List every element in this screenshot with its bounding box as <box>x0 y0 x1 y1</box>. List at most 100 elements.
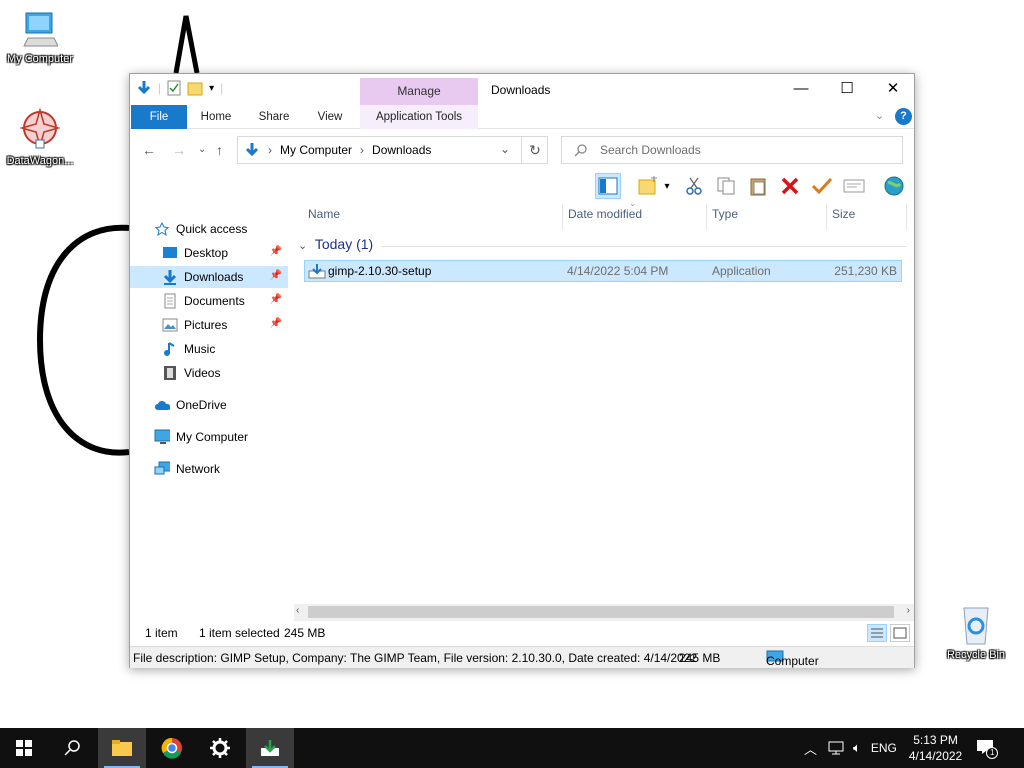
search-button[interactable] <box>48 728 96 768</box>
properties-button[interactable] <box>841 173 867 199</box>
minimize-button[interactable]: — <box>778 74 824 104</box>
table-row[interactable]: gimp-2.10.30-setup 4/14/2022 5:04 PM App… <box>304 260 902 282</box>
up-arrow-icon[interactable]: ↑ <box>216 142 223 158</box>
system-tray: ︿ 🔈︎ ENG 5:13 PM 4/14/2022 1 <box>804 728 999 768</box>
download-arrow-icon <box>245 143 259 157</box>
sidebar-item-desktop[interactable]: Desktop 📌 <box>130 242 288 264</box>
sidebar-item-music[interactable]: Music <box>130 338 288 360</box>
sidebar-item-onedrive[interactable]: OneDrive <box>130 394 288 416</box>
pin-icon[interactable]: 📌 <box>270 318 282 329</box>
scroll-right-icon[interactable]: › <box>907 605 910 616</box>
desktop-icon-recycle-bin[interactable]: Recycle Bin <box>936 602 1016 661</box>
group-header-today[interactable]: ⌄ Today (1) <box>298 236 373 252</box>
copy-button[interactable] <box>713 173 739 199</box>
sidebar-item-my-computer[interactable]: My Computer <box>130 426 288 448</box>
taskbar-installer[interactable] <box>246 728 294 768</box>
details-view-button[interactable] <box>867 624 887 642</box>
copy-icon <box>717 177 735 195</box>
cut-button[interactable] <box>681 173 707 199</box>
scrollbar-thumb[interactable] <box>308 606 894 618</box>
properties-icon <box>843 179 865 193</box>
rename-button[interactable] <box>809 173 835 199</box>
folder-icon <box>112 740 132 756</box>
taskbar-file-explorer[interactable] <box>98 728 146 768</box>
language-indicator[interactable]: ENG <box>871 741 897 755</box>
help-icon[interactable]: ? <box>895 108 912 125</box>
tab-view[interactable]: View <box>306 105 354 129</box>
quick-access-toolbar: | ▾ | <box>136 80 223 96</box>
column-divider[interactable] <box>562 204 563 230</box>
desktop-icon-label: Recycle Bin <box>946 649 1006 661</box>
large-icons-view-button[interactable] <box>890 624 910 642</box>
search-input[interactable]: Search Downloads <box>561 136 903 164</box>
tab-application-tools[interactable]: Application Tools <box>360 105 478 129</box>
datawagon-icon <box>19 107 61 149</box>
desktop-icon-datawagon[interactable]: DataWagon... <box>0 106 80 167</box>
gear-icon <box>210 738 230 758</box>
sidebar-item-downloads[interactable]: Downloads 📌 <box>130 266 288 288</box>
show-hidden-icons-icon[interactable]: ︿ <box>804 739 817 758</box>
taskbar-settings[interactable] <box>196 728 244 768</box>
desktop-folder-icon <box>162 245 178 261</box>
chrome-icon <box>161 737 182 759</box>
sidebar-item-documents[interactable]: Documents 📌 <box>130 290 288 312</box>
title-bar[interactable]: | ▾ | Manage Downloads — ☐ ✕ <box>130 74 916 105</box>
volume-icon[interactable]: 🔈︎ <box>853 740 861 756</box>
address-bar[interactable]: › My Computer › Downloads ⌄ <box>237 136 548 164</box>
sidebar-item-label: Music <box>184 342 216 356</box>
recent-locations-icon[interactable]: ⌄ <box>198 144 206 155</box>
internet-button[interactable] <box>881 173 907 199</box>
pin-icon[interactable]: 📌 <box>270 294 282 305</box>
forward-arrow-icon[interactable]: → <box>172 142 186 158</box>
horizontal-scrollbar[interactable]: ‹ › <box>294 604 914 621</box>
tab-home[interactable]: Home <box>190 105 242 129</box>
notifications-icon[interactable]: 1 <box>976 739 999 759</box>
item-count: 1 item <box>145 626 178 640</box>
breadcrumb-downloads[interactable]: Downloads <box>372 143 431 157</box>
sidebar-item-quick-access[interactable]: Quick access <box>130 218 288 240</box>
new-folder-icon[interactable] <box>187 80 203 96</box>
column-divider[interactable] <box>826 204 827 230</box>
expand-ribbon-icon[interactable]: ⌄ <box>875 109 884 122</box>
new-item-button[interactable] <box>635 173 661 199</box>
close-button[interactable]: ✕ <box>870 74 916 104</box>
preview-pane-button[interactable] <box>595 173 621 199</box>
paste-button[interactable] <box>745 173 771 199</box>
qat-dropdown-icon[interactable]: ▾ <box>209 83 214 94</box>
column-divider[interactable] <box>706 204 707 230</box>
file-list: Name ⌄ Date modified Type Size ⌄ Today (… <box>294 198 914 604</box>
pin-icon[interactable]: 📌 <box>270 270 282 281</box>
scroll-left-icon[interactable]: ‹ <box>296 605 299 616</box>
group-divider <box>382 246 906 247</box>
chevron-down-icon[interactable]: ⌄ <box>500 142 510 156</box>
column-divider[interactable] <box>906 204 907 230</box>
breadcrumb-my-computer[interactable]: My Computer <box>280 143 352 157</box>
desktop-icon-my-computer[interactable]: My Computer <box>0 10 80 65</box>
search-icon <box>64 740 80 756</box>
start-button[interactable] <box>0 728 48 768</box>
sidebar-item-pictures[interactable]: Pictures 📌 <box>130 314 288 336</box>
taskbar-chrome[interactable] <box>148 728 196 768</box>
clock[interactable]: 5:13 PM 4/14/2022 <box>909 732 962 764</box>
sidebar-item-network[interactable]: Network <box>130 458 288 480</box>
back-arrow-icon[interactable]: ← <box>142 142 156 158</box>
file-description: File description: GIMP Setup, Company: T… <box>133 651 698 665</box>
manage-contextual-tab[interactable]: Manage <box>360 78 478 105</box>
chevron-down-icon[interactable]: ▾ <box>660 173 674 199</box>
download-arrow-icon[interactable] <box>136 80 152 96</box>
sidebar-item-videos[interactable]: Videos <box>130 362 288 384</box>
command-toolbar: ▾ <box>130 170 914 202</box>
column-header-size[interactable]: Size <box>832 207 855 221</box>
properties-icon[interactable] <box>167 80 181 96</box>
pictures-icon <box>162 317 178 333</box>
tab-file[interactable]: File <box>131 105 187 129</box>
column-header-name[interactable]: Name <box>308 207 340 221</box>
delete-button[interactable] <box>777 173 803 199</box>
tab-share[interactable]: Share <box>248 105 300 129</box>
column-header-type[interactable]: Type <box>712 207 738 221</box>
maximize-button[interactable]: ☐ <box>824 74 870 104</box>
pin-icon[interactable]: 📌 <box>270 246 282 257</box>
column-header-date-modified[interactable]: Date modified <box>568 207 642 221</box>
network-icon[interactable] <box>827 740 845 756</box>
refresh-button[interactable]: ↻ <box>521 136 548 164</box>
